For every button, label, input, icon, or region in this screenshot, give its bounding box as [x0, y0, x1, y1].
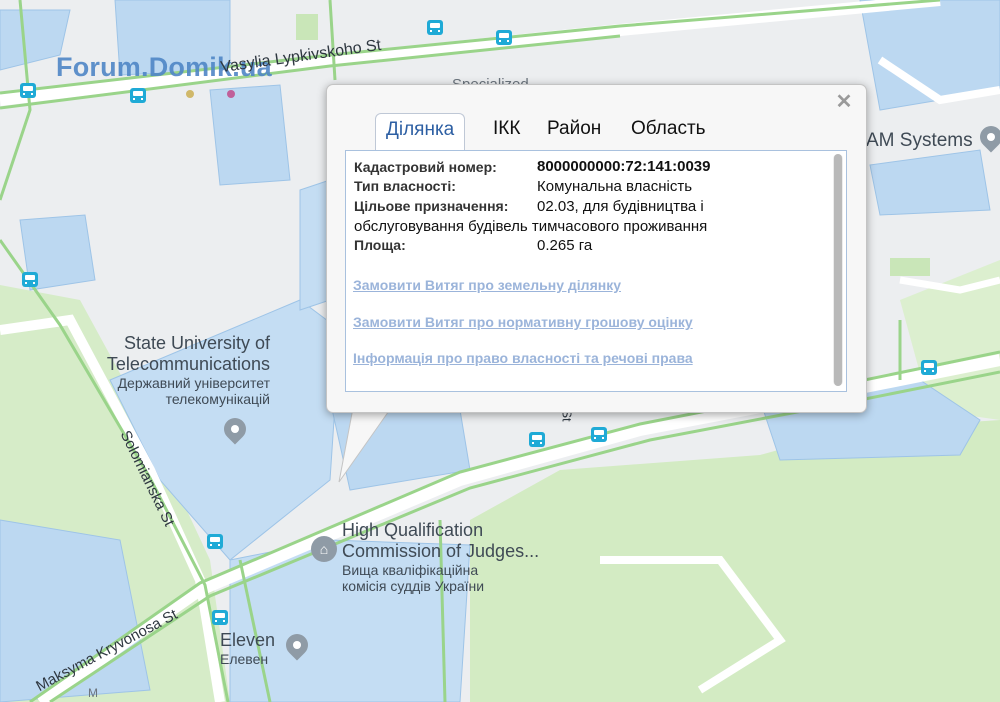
bus-stop-icon[interactable] [20, 83, 36, 98]
ownership-type-value: Комунальна власність [537, 178, 693, 195]
street-label-m-fragment: M [88, 686, 98, 700]
scrollbar-track[interactable] [833, 154, 843, 386]
tab-ikk[interactable]: ІКК [493, 113, 520, 149]
university-name-uk-1: Державний університет [117, 375, 270, 391]
commission-name-en-1: High Qualification [342, 520, 484, 540]
order-parcel-extract-link[interactable]: Замовити Витяг про земельну ділянку [353, 277, 621, 293]
bus-stop-icon[interactable] [22, 272, 38, 287]
university-name-uk-2: телекомунікацій [165, 391, 270, 407]
bus-stop-icon[interactable] [130, 88, 146, 103]
land-parcel [209, 84, 291, 186]
tab-parcel[interactable]: Ділянка [375, 113, 466, 151]
bus-stop-icon[interactable] [496, 30, 512, 45]
courthouse-icon[interactable]: ⌂ [311, 536, 337, 562]
park-area [296, 14, 318, 40]
bus-stop-icon[interactable] [591, 427, 607, 442]
purpose-label: Цільове призначення: [354, 198, 509, 214]
university-name-en-2: Telecommunications [106, 354, 270, 374]
bus-stop-icon[interactable] [427, 20, 443, 35]
area-value: 0.265 га [537, 237, 593, 254]
scrollbar-thumb[interactable] [834, 154, 842, 386]
eleven-name-uk: Елевен [220, 651, 269, 667]
cadastral-number-value: 8000000000:72:141:0039 [537, 158, 711, 175]
park-area [890, 258, 930, 276]
map-dot [227, 90, 235, 98]
ownership-rights-info-link[interactable]: Інформація про право власності та речові… [353, 350, 693, 366]
parcel-info-popup: ✕ Ділянка ІКК Район Область Кадастровий … [326, 84, 867, 413]
eleven-name-en: Eleven [220, 630, 276, 650]
tab-region[interactable]: Область [631, 113, 706, 149]
commission-name-en-2: Commission of Judges... [342, 541, 540, 561]
place-label-commission[interactable]: High Qualification Commission of Judges.… [342, 520, 539, 594]
place-label-am-systems: AM Systems [866, 130, 973, 151]
bus-stop-icon[interactable] [529, 432, 545, 447]
bus-stop-icon[interactable] [207, 534, 223, 549]
parcel-details-panel: Кадастровий номер: 8000000000:72:141:003… [345, 150, 847, 392]
commission-name-uk-2: комісія суддів України [342, 578, 485, 594]
close-icon[interactable]: ✕ [834, 92, 854, 112]
bus-stop-icon[interactable] [212, 610, 228, 625]
place-label-eleven[interactable]: Eleven Елевен [220, 630, 275, 667]
cadastral-number-label: Кадастровий номер: [354, 159, 497, 175]
purpose-value-line2: обслуговування будівель тимчасового прож… [354, 218, 708, 235]
popup-pointer [338, 408, 392, 483]
commission-name-uk-1: Вища кваліфікаційна [342, 562, 479, 578]
order-valuation-extract-link[interactable]: Замовити Витяг про нормативну грошову оц… [353, 314, 693, 330]
place-label-university[interactable]: State University of Telecommunications Д… [80, 333, 270, 407]
bus-stop-icon[interactable] [921, 360, 937, 375]
purpose-value-line1: 02.03, для будівництва і [537, 198, 704, 215]
tab-district[interactable]: Район [547, 113, 601, 149]
map-dot [186, 90, 194, 98]
university-name-en-1: State University of [123, 333, 270, 353]
area-label: Площа: [354, 237, 406, 253]
ownership-type-label: Тип власності: [354, 178, 456, 194]
